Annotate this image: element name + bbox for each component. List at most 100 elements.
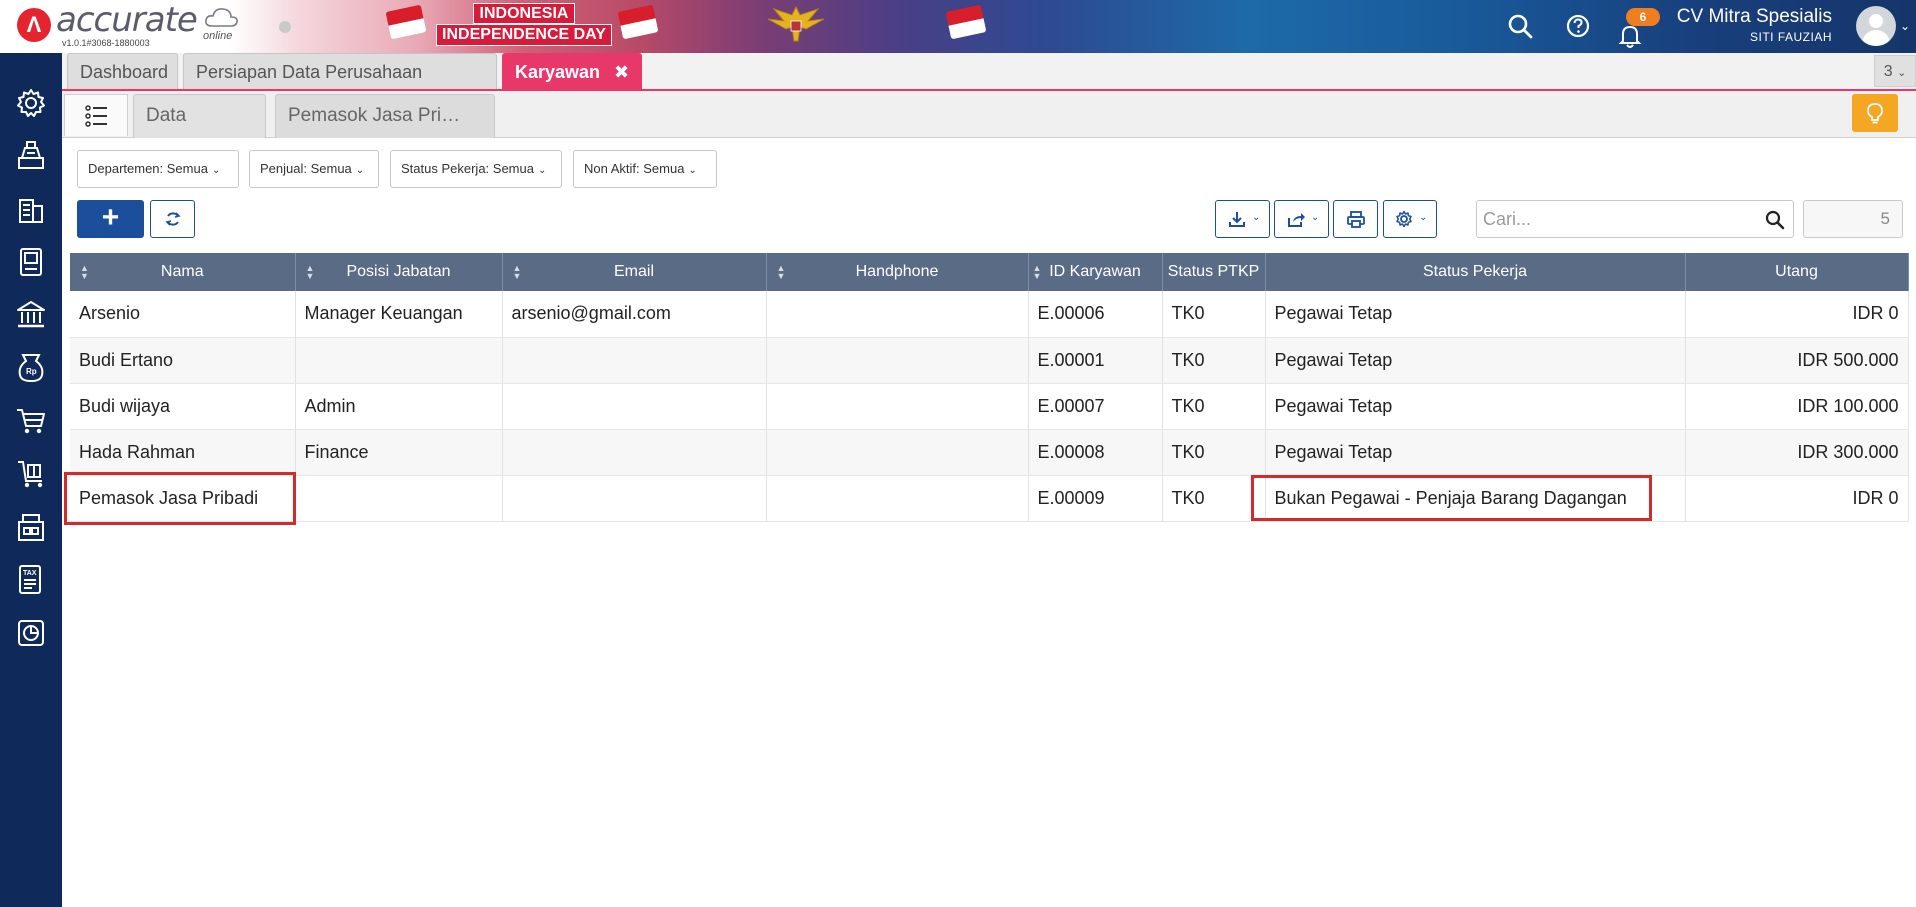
close-icon[interactable]: ✖	[614, 62, 629, 82]
delivery-cart-icon[interactable]	[14, 457, 48, 491]
table-row[interactable]: Budi Ertano E.00001 TK0 Pegawai Tetap ID…	[70, 337, 1909, 384]
column-header-handphone[interactable]: ▲ ▼ Handphone	[766, 253, 1029, 291]
cell-nama: Budi Ertano	[70, 337, 296, 384]
table-row[interactable]: Pemasok Jasa Pribadi E.00009 TK0 Bukan P…	[70, 475, 1909, 522]
logo-suffix: online	[203, 30, 233, 42]
column-label: Handphone	[855, 263, 939, 280]
filter-penjual[interactable]: Penjual: Semua ⌄	[249, 150, 379, 188]
tab-data-baru[interactable]: Data Baru✖	[133, 94, 266, 168]
download-icon	[1229, 212, 1245, 227]
cell-email	[502, 337, 767, 384]
lightbulb-icon	[1867, 103, 1883, 124]
sort-icon[interactable]: ▲ ▼	[80, 264, 89, 281]
column-header-nama[interactable]: ▲ ▼ Nama	[70, 253, 296, 291]
user-name: SITI FAUZIAH	[1749, 30, 1832, 44]
sort-icon[interactable]: ▲ ▼	[1033, 264, 1042, 281]
settings-button[interactable]: ⌄	[1383, 200, 1437, 238]
tab-dashboard[interactable]: Dashboard	[67, 53, 178, 89]
column-header-id-karyawan[interactable]: ▲ ▼ ID Karyawan	[1028, 253, 1163, 291]
chevron-down-icon: ⌄	[537, 165, 547, 176]
tabs-count-value: 3	[1883, 63, 1893, 80]
company-info[interactable]: CV Mitra Spesialis SITI FAUZIAH	[1677, 6, 1832, 44]
cell-status-pekerja: Pegawai Tetap	[1265, 429, 1686, 476]
column-header-email[interactable]: ▲ ▼ Email	[502, 253, 767, 291]
cell-status-pekerja: Pegawai Tetap	[1265, 291, 1686, 338]
filter-status-pekerja[interactable]: Status Pekerja: Semua ⌄	[390, 150, 562, 188]
cell-utang: IDR 0	[1685, 475, 1909, 522]
record-count: 5	[1803, 200, 1903, 238]
tax-document-icon[interactable]: TAX	[14, 563, 48, 597]
cell-utang: IDR 500.000	[1685, 337, 1909, 384]
cell-status-ptkp: TK0	[1162, 475, 1266, 522]
sort-icon[interactable]: ▲ ▼	[777, 264, 786, 281]
svg-text:Rp: Rp	[26, 367, 37, 376]
cell-utang: IDR 0	[1685, 291, 1909, 338]
tips-button[interactable]	[1852, 94, 1898, 132]
refresh-button[interactable]	[150, 200, 195, 238]
open-tabs-count[interactable]: 3 ⌄	[1874, 55, 1916, 87]
tab-karyawan[interactable]: Karyawan ✖	[502, 53, 642, 89]
cash-register-icon[interactable]	[14, 139, 48, 173]
column-header-utang[interactable]: Utang	[1685, 253, 1909, 291]
bell-icon[interactable]	[1616, 22, 1644, 50]
column-label: Status Pekerja	[1422, 263, 1528, 280]
sort-icon[interactable]: ▲ ▼	[513, 264, 522, 281]
cell-handphone	[766, 337, 1029, 384]
svg-text:TAX: TAX	[23, 570, 37, 577]
download-button[interactable]: ⌄	[1215, 200, 1270, 238]
add-button[interactable]: +	[77, 200, 144, 238]
plus-icon: +	[101, 201, 120, 234]
money-bag-icon[interactable]: Rp	[14, 351, 48, 385]
printer-icon	[1347, 211, 1365, 228]
list-icon	[85, 105, 107, 127]
settings-gear-icon[interactable]	[14, 86, 48, 120]
column-header-posisi-jabatan[interactable]: ▲ ▼ Posisi Jabatan	[295, 253, 503, 291]
shopping-cart-icon[interactable]	[14, 404, 48, 438]
cell-id-karyawan: E.00007	[1028, 383, 1163, 430]
table-row[interactable]: Arsenio Manager Keuangan arsenio@gmail.c…	[70, 291, 1909, 338]
building-icon[interactable]	[14, 192, 48, 226]
cell-id-karyawan: E.00009	[1028, 475, 1163, 522]
cell-utang: IDR 300.000	[1685, 429, 1909, 476]
ledger-book-icon[interactable]	[14, 245, 48, 279]
filter-label: Penjual: Semua	[260, 161, 352, 176]
sidebar: Rp TAX	[0, 53, 62, 907]
search-icon[interactable]	[1506, 12, 1534, 40]
filter-non-aktif[interactable]: Non Aktif: Semua ⌄	[573, 150, 717, 188]
table-header-row: ▲ ▼ Nama ▲ ▼ Posisi Jabatan ▲ ▼ Email ▲ ▼ Handph…	[70, 253, 1909, 291]
cell-utang: IDR 100.000	[1685, 383, 1909, 430]
sort-icon[interactable]: ▲ ▼	[306, 264, 315, 281]
tab-pemasok-jasa-pribadi[interactable]: Pemasok Jasa Pri…✖	[275, 94, 495, 168]
cell-posisi	[295, 475, 503, 522]
search-icon[interactable]	[1765, 210, 1785, 230]
search-field[interactable]	[1476, 200, 1794, 238]
chevron-down-icon[interactable]: ⌄	[1900, 19, 1910, 33]
cell-posisi: Finance	[295, 429, 503, 476]
filter-departemen[interactable]: Departemen: Semua ⌄	[77, 150, 239, 188]
accurate-logo-icon[interactable]: Λ	[17, 8, 51, 42]
cell-status-pekerja: Pegawai Tetap	[1265, 337, 1686, 384]
tab-persiapan-data-perusahaan[interactable]: Persiapan Data Perusahaan	[183, 53, 497, 89]
flag-icon	[617, 4, 659, 40]
bank-icon[interactable]	[14, 298, 48, 332]
column-header-status-ptkp[interactable]: Status PTKP	[1162, 253, 1266, 291]
print-button[interactable]	[1333, 200, 1378, 238]
table-row[interactable]: Budi wijaya Admin E.00007 TK0 Pegawai Te…	[70, 383, 1909, 430]
refresh-icon	[165, 212, 181, 226]
logo-text: accurate	[56, 0, 198, 40]
column-header-status-pekerja[interactable]: Status Pekerja	[1265, 253, 1686, 291]
table-row[interactable]: Hada Rahman Finance E.00008 TK0 Pegawai …	[70, 429, 1909, 476]
app-version: v1.0.1#3068-1880003	[62, 38, 150, 48]
help-icon[interactable]	[1564, 12, 1592, 40]
cell-status-ptkp: TK0	[1162, 429, 1266, 476]
export-button[interactable]: ⌄	[1274, 200, 1329, 238]
cell-nama: Pemasok Jasa Pribadi	[70, 475, 296, 522]
search-input[interactable]	[1483, 205, 1753, 233]
avatar[interactable]	[1856, 6, 1896, 46]
warehouse-icon[interactable]	[14, 510, 48, 544]
tab-label: Persiapan Data Perusahaan	[196, 62, 423, 82]
column-label: Email	[613, 263, 654, 280]
list-view-button[interactable]	[64, 94, 128, 136]
notification-badge[interactable]: 6	[1626, 8, 1660, 26]
report-chart-icon[interactable]	[14, 616, 48, 650]
